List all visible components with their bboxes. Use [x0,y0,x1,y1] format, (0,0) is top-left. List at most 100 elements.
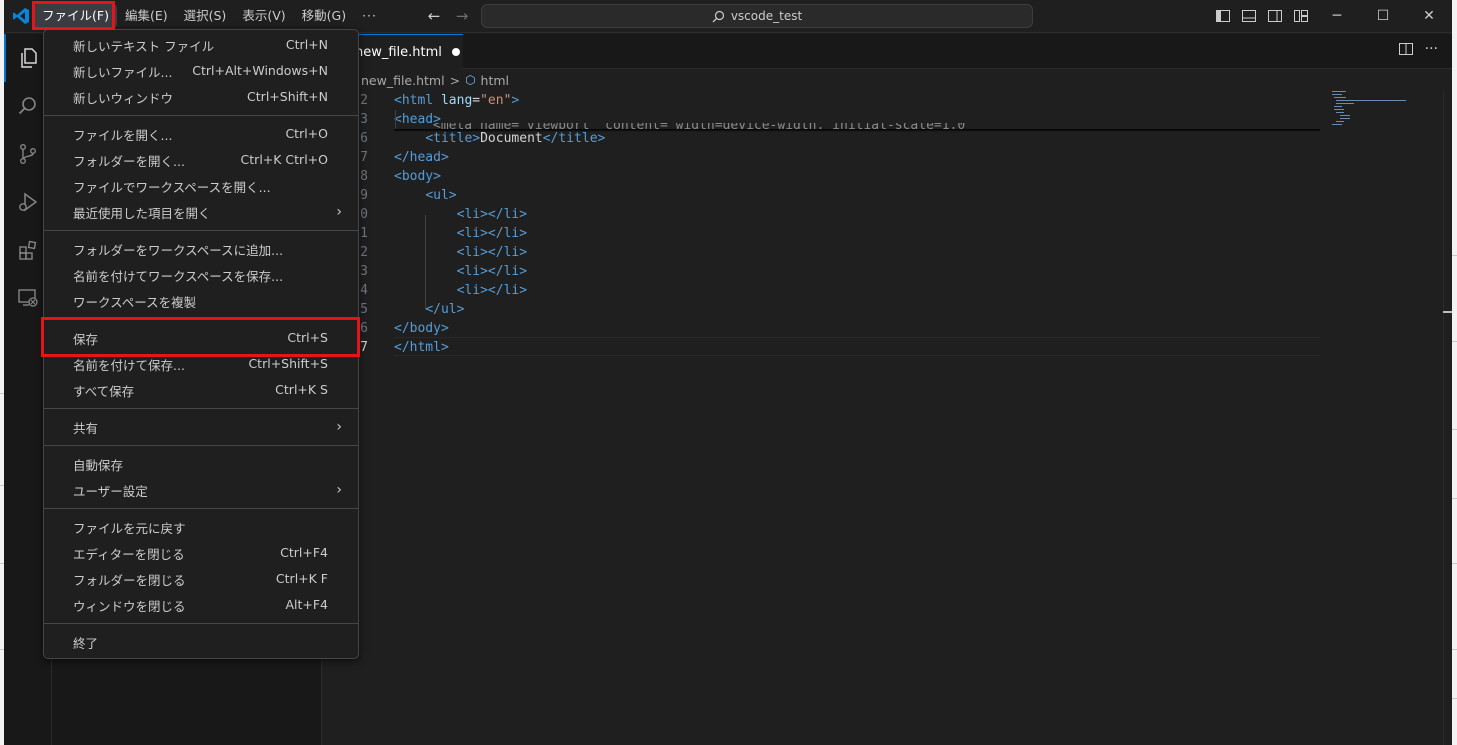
menu-separator [44,445,358,446]
chevron-right-icon: › [336,482,342,498]
code-text: <li></li> [456,245,528,260]
menu-item-label: 最近使用した項目を開く [73,205,211,221]
menu-item-label: 名前を付けてワークスペースを保存... [73,268,284,284]
menu-file[interactable]: ファイル(F) [34,4,117,28]
menu-item-label: ファイルを元に戻す [73,520,186,536]
menu-item[interactable]: 新しいウィンドウ Ctrl+Shift+N [48,84,354,110]
layout-controls [1212,6,1312,26]
back-arrow-icon[interactable]: ← [424,6,444,26]
menu-item-label: フォルダーを開く... [73,153,185,169]
menu-item-shortcut: Ctrl+Shift+S [248,356,328,371]
menu-separator [44,508,358,509]
menu-item[interactable]: ファイルでワークスペースを開く... [48,173,354,199]
code-line[interactable]: 2 <li></li> [323,243,1323,262]
menu-item-label: 新しいテキスト ファイル [73,38,215,54]
command-center-search[interactable]: vscode_test [481,4,1033,28]
menu-item[interactable]: 共有 › [48,414,354,440]
minimap[interactable] [1328,91,1438,151]
menu-item-label: 自動保存 [73,457,124,473]
menu-item-shortcut: Ctrl+K Ctrl+O [240,152,328,167]
menu-separator [44,408,358,409]
sticky-scroll-shadow [394,129,1320,132]
menu-separator [44,230,358,231]
code-text: </ul> [425,302,465,317]
breadcrumb-symbol[interactable]: html [481,73,509,88]
menu-item[interactable]: 新しいファイル... Ctrl+Alt+Windows+N [48,58,354,84]
menu-item[interactable]: 保存 Ctrl+S [48,325,354,351]
breadcrumb-file[interactable]: new_file.html [361,73,445,88]
menu-item[interactable]: フォルダーをワークスペースに追加... [48,236,354,262]
toggle-primary-sidebar-icon[interactable] [1212,6,1234,26]
menu-item-label: ワークスペースを複製 [73,294,197,310]
menu-item[interactable]: フォルダーを開く... Ctrl+K Ctrl+O [48,147,354,173]
menu-item[interactable]: すべて保存 Ctrl+K S [48,377,354,403]
menu-item[interactable]: 自動保存 [48,451,354,477]
menu-item-label: 新しいファイル... [73,64,173,80]
menu-item[interactable]: 新しいテキスト ファイル Ctrl+N [48,32,354,58]
code-line[interactable]: 6 </body> [323,319,1323,338]
code-line[interactable]: 5 </ul> [323,300,1323,319]
toggle-secondary-sidebar-icon[interactable] [1264,6,1286,26]
code-line[interactable]: 3 <li></li> [323,262,1323,281]
menu-edit[interactable]: 編集(E) [117,4,176,28]
scrollbar-cursor-marker [1443,311,1452,313]
code-text: </body> [394,321,449,336]
menu-item-label: 終了 [73,635,99,651]
menu-item-label: ウィンドウを閉じる [73,598,186,614]
menu-item-label: フォルダーを閉じる [73,572,186,588]
window-controls: ─ ☐ ✕ [1314,0,1452,32]
menu-item-label: すべて保存 [73,383,135,399]
close-icon[interactable]: ✕ [1406,0,1452,32]
menu-view[interactable]: 表示(V) [234,4,293,28]
background-right-edge [1452,0,1457,745]
code-text: <li></li> [456,283,528,298]
menu-item[interactable]: ユーザー設定 › [48,477,354,503]
split-editor-icon[interactable] [1398,42,1413,56]
menu-item-shortcut: Ctrl+N [285,37,328,52]
menu-item[interactable]: ワークスペースを複製 [48,288,354,314]
vscode-logo-icon [13,8,29,24]
customize-layout-icon[interactable] [1290,6,1312,26]
menu-item[interactable]: 名前を付けて保存... Ctrl+Shift+S [48,351,354,377]
code-line[interactable]: 0 <li></li> [323,205,1323,224]
menu-go[interactable]: 移動(G) [294,4,354,28]
unsaved-dot-icon[interactable] [451,48,460,56]
chevron-right-icon: › [336,419,342,435]
menu-item[interactable]: エディターを閉じる Ctrl+F4 [48,540,354,566]
navigation-arrows: ← → [424,6,472,26]
vertical-scrollbar[interactable] [1443,91,1452,745]
menu-more-button[interactable]: ··· [354,4,384,28]
code-line[interactable]: 1 <li></li> [323,224,1323,243]
minimize-icon[interactable]: ─ [1314,0,1360,32]
menu-item[interactable]: 最近使用した項目を開く › [48,199,354,225]
vscode-window: ファイル(F) 編集(E) 選択(S) 表示(V) 移動(G) ··· ← → … [4,0,1452,745]
menu-item-shortcut: Ctrl+F4 [280,545,328,560]
menu-item[interactable]: フォルダーを閉じる Ctrl+K F [48,566,354,592]
menu-item[interactable]: 終了 [48,629,354,655]
code-line[interactable]: 2 <html lang="en"> [323,91,1323,110]
menu-item-shortcut: Ctrl+O [285,126,328,141]
indent-guide [425,215,426,310]
code-line[interactable]: 4 <li></li> [323,281,1323,300]
toggle-panel-icon[interactable] [1238,6,1260,26]
code-line[interactable]: 9 <ul> [323,186,1323,205]
menu-item[interactable]: ウィンドウを閉じる Alt+F4 [48,592,354,618]
symbol-icon: ⬡ [465,73,476,87]
forward-arrow-icon[interactable]: → [452,6,472,26]
editor-tabs: new_file.html ··· [323,34,1452,69]
more-actions-icon[interactable]: ··· [1425,42,1438,56]
menu-item-label: エディターを閉じる [73,546,185,562]
editor-actions: ··· [1398,42,1438,56]
menu-item[interactable]: ファイルを開く... Ctrl+O [48,121,354,147]
code-line[interactable]: 7 </head> [323,148,1323,167]
code-text: <html lang="en"> [394,93,520,108]
code-line[interactable]: 8 <body> [323,167,1323,186]
menu-item[interactable]: 名前を付けてワークスペースを保存... [48,262,354,288]
code-text: <body> [394,169,441,184]
menu-item[interactable]: ファイルを元に戻す [48,514,354,540]
menu-bar: ファイル(F) 編集(E) 選択(S) 表示(V) 移動(G) ··· [34,4,384,28]
maximize-icon[interactable]: ☐ [1360,0,1406,32]
code-text: <li></li> [456,207,528,222]
menu-selection[interactable]: 選択(S) [176,4,235,28]
breadcrumb-separator: > [449,72,461,88]
